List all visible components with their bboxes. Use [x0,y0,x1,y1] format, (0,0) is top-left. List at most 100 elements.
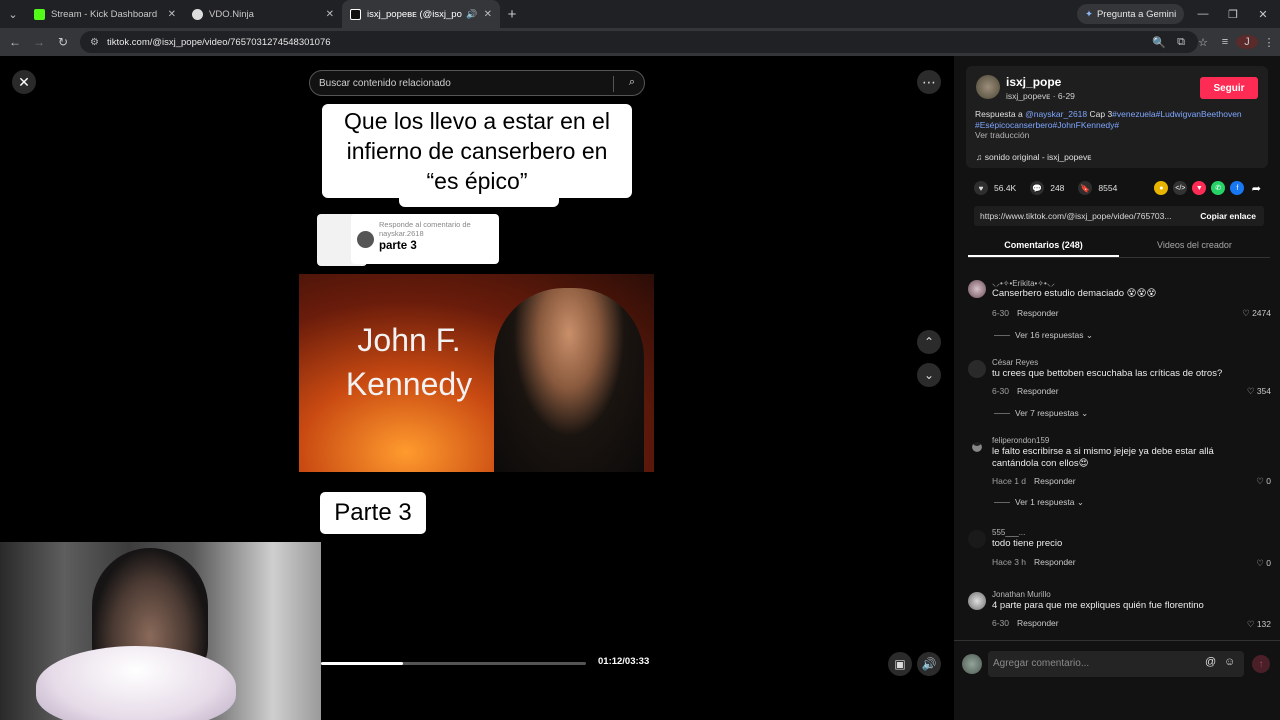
panel-tabs: Comentarios (248) Videos del creador [968,234,1270,258]
back-icon[interactable]: ← [3,28,27,56]
forward-icon[interactable]: → [27,28,51,56]
mention-icon[interactable]: @ [1205,656,1216,668]
follow-button[interactable]: Seguir [1200,77,1258,99]
close-tab-icon[interactable]: ✕ [326,9,334,20]
view-replies[interactable]: Ver 1 respuesta ⌄ [994,497,1084,508]
audio-playing-icon[interactable]: 🔊 [466,9,477,20]
toolbar-right: 🔍 ⧉ ☆ ≡ J ⋮ [1148,28,1280,56]
close-video-icon[interactable]: ✕ [12,70,36,94]
comment-user[interactable]: 555___... [992,528,1025,537]
gemini-icon: ✦ [1085,8,1093,20]
desc-prefix: Respuesta a [975,109,1026,119]
tab-tiktok[interactable]: isxj_popeʙᴇ (@isxj_pope) | T 🔊 ✕ [342,0,500,28]
url-text: tiktok.com/@isxj_pope/video/765703127454… [106,36,331,48]
reply-card-front: Responde al comentario de nayskar.2618 p… [351,214,499,264]
search-input[interactable]: Buscar contenido relacionado ⌕ [309,70,645,96]
whatsapp-icon[interactable]: ✆ [1211,181,1226,195]
site-settings-icon[interactable]: ⚙ [90,37,99,48]
video-description: Respuesta a @nayskar_2618 Cap 3#venezuel… [975,109,1265,141]
new-tab-button[interactable]: + [500,6,524,23]
reload-icon[interactable]: ↻ [51,28,75,56]
url-bar[interactable]: ⚙ tiktok.com/@isxj_pope/video/7657031274… [80,31,1198,53]
comment-user[interactable]: Jonathan Murillo [992,590,1051,599]
reply-card-text: parte 3 [379,240,417,252]
heart-icon: ♥ [974,181,988,195]
hashtags-link[interactable]: #venezuela#LudwigvanBeethoven [1112,109,1242,119]
comment-user[interactable]: César Reyes [992,358,1038,367]
menu-kebab-icon[interactable]: ⋮ [1258,36,1280,49]
kick-icon [34,8,45,20]
close-window-icon[interactable]: ✕ [1248,0,1278,28]
view-replies-label: Ver 16 respuestas [1015,330,1084,340]
more-options-icon[interactable]: ⋯ [917,70,941,94]
bookmark-star-icon[interactable]: ☆ [1192,36,1214,49]
copy-link-button[interactable]: Copiar enlace [1192,211,1264,221]
facebook-icon[interactable]: f [1230,181,1245,195]
media-control-icon[interactable]: ≡ [1214,36,1236,48]
avatar[interactable] [968,360,986,378]
tab-kick[interactable]: Stream - Kick Dashboard ✕ [26,0,184,28]
gemini-button[interactable]: ✦ Pregunta a Gemini [1077,4,1185,24]
send-comment-icon[interactable]: ↑ [1252,655,1270,673]
reply-link[interactable]: Responder [1017,386,1059,396]
save-button[interactable]: 🔖 8554 [1078,181,1117,195]
reply-link[interactable]: Responder [1017,308,1059,318]
avatar[interactable] [968,280,986,298]
close-tab-icon[interactable]: ✕ [168,9,176,20]
tab-comments[interactable]: Comentarios (248) [968,234,1119,257]
like-button[interactable]: ♥ 56.4K [974,181,1016,195]
progress-fill [321,662,404,665]
tab-creator-videos[interactable]: Videos del creador [1119,234,1270,257]
view-replies[interactable]: Ver 7 respuestas ⌄ [994,408,1088,419]
comment-button[interactable]: 💬 248 [1030,181,1064,195]
reply-link[interactable]: Responder [1017,618,1059,628]
portrait [494,288,644,472]
embed-icon[interactable]: </> [1173,181,1188,195]
pip-icon[interactable]: ▣ [888,652,912,676]
volume-icon[interactable]: 🔊 [917,652,941,676]
tab-search-icon[interactable]: ⌄ [0,0,26,28]
avatar[interactable] [968,530,986,548]
avatar[interactable] [976,75,1000,99]
search-icon[interactable]: ⌕ [629,76,635,89]
hashtags-link[interactable]: #Esépicocanserbero#JohnFKennedy# [975,120,1119,130]
comment-date: Hace 1 d [992,476,1027,486]
restore-icon[interactable]: ❐ [1218,0,1248,28]
next-video-icon[interactable]: ⌄ [917,363,941,387]
comment-composer: Agregar comentario... @ ☺ ↑ [954,640,1280,686]
comment-text: 4 parte para que me expliques quién fue … [992,600,1204,611]
reply-link[interactable]: Responder [1034,476,1076,486]
video-player[interactable]: Buscar contenido relacionado ⌕ Que los l… [299,56,654,688]
install-icon[interactable]: ⧉ [1170,36,1192,49]
avatar[interactable] [968,592,986,610]
comment-like[interactable]: ♡ 0 [1256,558,1271,569]
share-arrow-icon[interactable]: ➦ [1249,181,1263,195]
reply-link[interactable]: Responder [1034,557,1076,567]
avatar [357,231,374,248]
zoom-icon[interactable]: 🔍 [1148,36,1170,49]
comment-user[interactable]: feliperondon159 [992,436,1049,445]
author-username[interactable]: isxj_pope [1006,75,1061,89]
avatar[interactable] [968,438,986,456]
comment-date: 6-30 [992,618,1010,628]
previous-video-icon[interactable]: ⌃ [917,330,941,354]
close-tab-icon[interactable]: ✕ [484,9,492,20]
minimize-icon[interactable]: — [1188,0,1218,28]
profile-avatar[interactable]: J [1236,35,1258,49]
mention-link[interactable]: @nayskar_2618 [1025,109,1087,119]
comment-like[interactable]: ♡ 0 [1256,476,1271,487]
sound-link[interactable]: ♫ sonido original - isxj_popeᴠᴇ [976,152,1091,162]
comment-like[interactable]: ♡ 2474 [1242,308,1271,319]
comment-date: Hace 3 h [992,557,1027,567]
progress-bar[interactable] [321,662,586,665]
coin-icon[interactable]: ● [1154,181,1169,195]
comment-like[interactable]: ♡ 354 [1247,386,1271,397]
emoji-icon[interactable]: ☺ [1224,656,1235,668]
view-replies[interactable]: Ver 16 respuestas ⌄ [994,330,1093,341]
tab-vdo-ninja[interactable]: VDO.Ninja ✕ [184,0,342,28]
see-translation-link[interactable]: Ver traducción [975,130,1029,140]
tab-title: Stream - Kick Dashboard [51,8,158,20]
send-icon[interactable]: ▼ [1192,181,1207,195]
comment-like[interactable]: ♡ 132 [1247,619,1271,630]
share-url[interactable]: https://www.tiktok.com/@isxj_pope/video/… [974,211,1192,221]
